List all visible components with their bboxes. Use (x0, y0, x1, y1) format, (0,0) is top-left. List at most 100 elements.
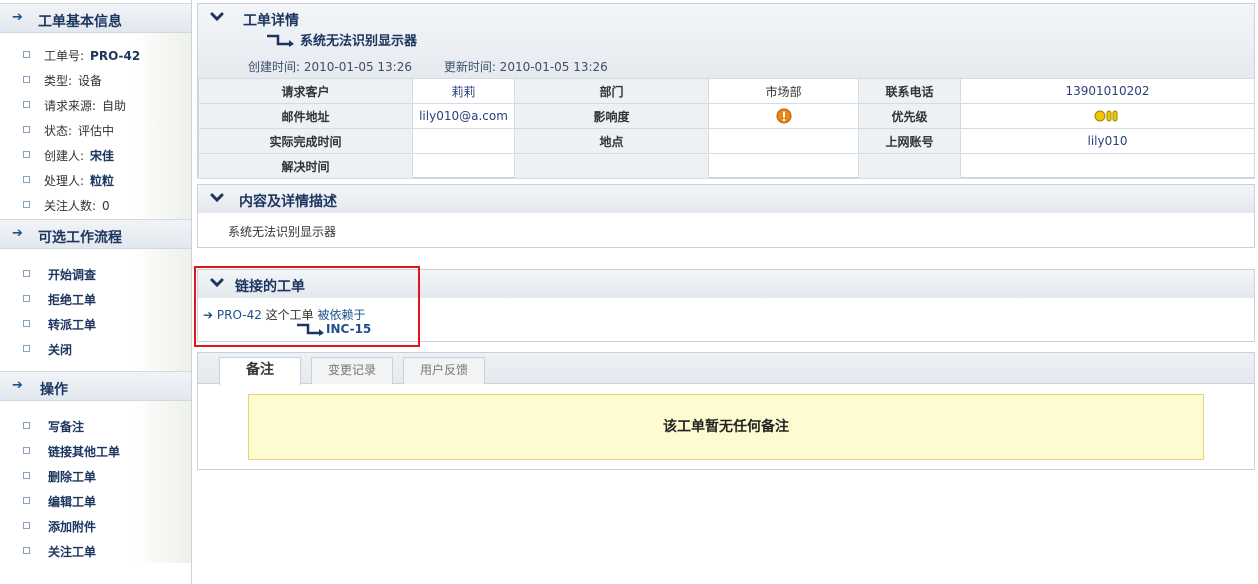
op-write-note[interactable]: 写备注 (0, 413, 191, 438)
info-label: 处理人: (44, 174, 85, 188)
bullet-icon (23, 176, 30, 183)
table-row: 请求客户 莉莉 部门 市场部 联系电话 13901010202 (198, 78, 1255, 104)
op-follow-ticket[interactable]: 关注工单 (0, 538, 191, 563)
cell-label: 联系电话 (858, 78, 961, 104)
bullet-icon (23, 497, 30, 504)
empty-cell (708, 153, 859, 179)
workflow-reject-ticket[interactable]: 拒绝工单 (0, 286, 191, 311)
chevron-down-icon[interactable] (210, 191, 224, 205)
ticket-summary-text: 系统无法识别显示器 (300, 34, 418, 49)
ticket-detail-header: 工单详情 系统无法识别显示器 创建时间: 2010-01-05 13:26 更新… (198, 4, 1254, 78)
content-description-title: 内容及详情描述 (239, 194, 337, 210)
completion-time-cell (412, 128, 515, 154)
op-label[interactable]: 链接其他工单 (48, 443, 120, 460)
info-label: 类型: (44, 74, 73, 88)
op-delete-ticket[interactable]: 删除工单 (0, 463, 191, 488)
op-add-attachment[interactable]: 添加附件 (0, 513, 191, 538)
content-description-panel: 内容及详情描述 系统无法识别显示器 (197, 184, 1255, 248)
notes-empty-message: 该工单暂无任何备注 (248, 394, 1204, 460)
op-label[interactable]: 编辑工单 (48, 493, 96, 510)
tab-notes[interactable]: 备注 (219, 357, 301, 385)
cell-label: 请求客户 (198, 78, 413, 104)
sub-arrow-icon (267, 34, 294, 47)
impact-cell (708, 103, 859, 129)
requester-cell: 莉莉 (412, 78, 515, 104)
operations-title: 操作 (40, 382, 68, 398)
arrow-right-icon: ➔ (12, 378, 23, 393)
bullet-icon (23, 522, 30, 529)
bullet-icon (23, 472, 30, 479)
workflow-label[interactable]: 开始调查 (48, 266, 96, 283)
workflow-transfer-ticket[interactable]: 转派工单 (0, 311, 191, 336)
info-type: 类型: 设备 (0, 67, 191, 92)
account-cell: lily010 (960, 128, 1255, 154)
info-label: 关注人数: (44, 199, 97, 213)
workflow-label[interactable]: 关闭 (48, 341, 72, 358)
bullet-icon (23, 51, 30, 58)
linked-tickets-header: 链接的工单 (198, 270, 1254, 298)
basic-info-header[interactable]: ➔ 工单基本信息 (0, 3, 191, 33)
workflow-label[interactable]: 拒绝工单 (48, 291, 96, 308)
cell-label: 上网账号 (858, 128, 961, 154)
content-description-header: 内容及详情描述 (198, 185, 1254, 213)
linked-target: INC-15 (296, 322, 371, 336)
info-value: 宋佳 (90, 149, 115, 163)
operations-header[interactable]: ➔ 操作 (0, 371, 191, 401)
op-label[interactable]: 关注工单 (48, 543, 96, 560)
info-ticket-id: 工单号: PRO-42 (0, 42, 191, 67)
updated-time: 更新时间: 2010-01-05 13:26 (443, 60, 608, 74)
info-source: 请求来源: 自助 (0, 92, 191, 117)
info-label: 创建人: (44, 149, 85, 163)
bullet-icon (23, 201, 30, 208)
op-edit-ticket[interactable]: 编辑工单 (0, 488, 191, 513)
op-label[interactable]: 添加附件 (48, 518, 96, 535)
priority-cell (960, 103, 1255, 129)
bullet-icon (23, 151, 30, 158)
table-row: 实际完成时间 地点 上网账号 lily010 (198, 128, 1255, 154)
bullet-icon (23, 320, 30, 327)
op-label[interactable]: 写备注 (48, 418, 84, 435)
bullet-icon (23, 422, 30, 429)
info-creator: 创建人: 宋佳 (0, 142, 191, 167)
cell-label: 影响度 (514, 103, 709, 129)
sidebar: ➔ 工单基本信息 工单号: PRO-42 类型: 设备 请求来源: 自助 状态: 评估中… (0, 0, 192, 584)
ticket-timestamps: 创建时间: 2010-01-05 13:26 更新时间: 2010-01-05 … (248, 58, 608, 75)
link-relation-line: ➔ PRO-42 这个工单 被依赖于 (203, 306, 366, 323)
bullet-icon (23, 270, 30, 277)
priority-dots-icon (1094, 110, 1117, 122)
bullet-icon (23, 295, 30, 302)
tab-user-feedback[interactable]: 用户反馈 (403, 357, 485, 384)
info-label: 工单号: (44, 49, 85, 63)
workflow-label[interactable]: 转派工单 (48, 316, 96, 333)
bullet-icon (23, 547, 30, 554)
basic-info-list: 工单号: PRO-42 类型: 设备 请求来源: 自助 状态: 评估中 创建人: 宋佳 处… (0, 33, 191, 219)
bullet-icon (23, 101, 30, 108)
created-time: 创建时间: 2010-01-05 13:26 (248, 60, 412, 74)
cell-label: 邮件地址 (198, 103, 413, 129)
info-label: 状态: (44, 124, 73, 138)
op-label[interactable]: 删除工单 (48, 468, 96, 485)
email-cell[interactable]: lily010@a.com (412, 103, 515, 129)
workflow-close[interactable]: 关闭 (0, 336, 191, 361)
warning-icon (776, 108, 791, 124)
tab-change-log[interactable]: 变更记录 (311, 357, 393, 384)
resolution-time-cell (412, 153, 515, 179)
source-ticket-link[interactable]: PRO-42 (217, 308, 262, 322)
bullet-icon (23, 447, 30, 454)
op-link-ticket[interactable]: 链接其他工单 (0, 438, 191, 463)
info-label: 请求来源: (44, 99, 97, 113)
chevron-down-icon[interactable] (210, 10, 224, 24)
workflow-header[interactable]: ➔ 可选工作流程 (0, 219, 191, 249)
target-ticket-link[interactable]: INC-15 (326, 322, 371, 336)
info-value: 评估中 (78, 124, 115, 138)
ticket-info-table: 请求客户 莉莉 部门 市场部 联系电话 13901010202 邮件地址 lil… (198, 78, 1255, 179)
table-row: 解决时间 (198, 153, 1255, 179)
info-value: PRO-42 (90, 49, 141, 63)
arrow-right-icon: ➔ (12, 10, 23, 25)
info-status: 状态: 评估中 (0, 117, 191, 142)
chevron-down-icon[interactable] (210, 276, 224, 290)
workflow-start-investigation[interactable]: 开始调查 (0, 261, 191, 286)
operations-list: 写备注 链接其他工单 删除工单 编辑工单 添加附件 关注工单 (0, 401, 191, 563)
cell-label: 部门 (514, 78, 709, 104)
sub-arrow-icon (297, 323, 324, 336)
